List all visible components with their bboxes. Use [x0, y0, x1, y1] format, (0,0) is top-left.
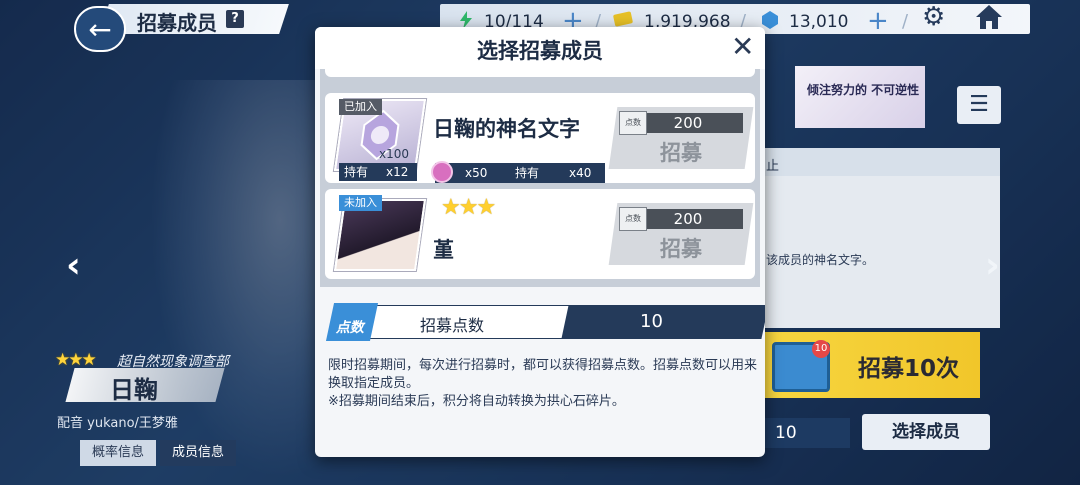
item-name: 堇 — [433, 238, 454, 262]
info-text: 止 — [766, 159, 780, 174]
hold-qty: x12 — [386, 165, 409, 179]
select-member-button[interactable]: 选择成员 — [862, 414, 990, 450]
dialog-title: 选择招募成员 — [477, 39, 603, 63]
page-title: 招募成员 — [137, 11, 217, 35]
recruit-10-label: 招募10次 — [858, 356, 960, 382]
info-header — [765, 148, 1000, 176]
status-badge: 已加入 — [339, 99, 382, 115]
arrow-left-icon: ← — [88, 12, 112, 46]
points-label: 招募点数 — [420, 316, 485, 335]
menu-icon[interactable]: ☰ — [957, 86, 1001, 124]
list-item[interactable]: 未加入 ★★★ 堇 200 点数 招募 — [325, 189, 755, 279]
status-badge: 未加入 — [339, 195, 382, 211]
gem-qty: x50 — [465, 166, 488, 180]
gem-hold-qty: x40 — [569, 166, 592, 180]
recruit-label: 招募 — [660, 141, 702, 165]
member-info-button[interactable]: 成员信息 — [160, 440, 237, 466]
list-item[interactable]: 已加入 x100 持有 x12 日鞠的神名文字 x50 持有 x40 200 点… — [325, 93, 755, 183]
character-name: 日鞠 — [110, 376, 158, 404]
recruit-label: 招募 — [660, 237, 702, 261]
item-count: x100 — [379, 147, 410, 161]
hold-bar: 持有 x12 — [339, 163, 417, 181]
description: 限时招募期间，每次进行招募时，都可以获得招募点数。招募点数可以用来换取指定成员。… — [328, 357, 758, 411]
recruit-points-value: 10 — [765, 418, 850, 448]
home-icon[interactable] — [975, 4, 1003, 30]
rarity-stars: ★★★ — [55, 350, 97, 370]
gear-icon[interactable]: ⚙ — [922, 4, 948, 30]
points-value-plate — [561, 305, 765, 339]
cost-value: 200 — [633, 113, 743, 133]
help-button[interactable]: ? — [226, 10, 244, 28]
hold-label: 持有 — [344, 165, 369, 179]
ticket-count-badge: 10 — [812, 340, 830, 358]
cost-value: 200 — [633, 209, 743, 229]
gem-row: x50 持有 x40 — [431, 161, 605, 183]
voice-actor: 配音 yukano/王梦雅 — [57, 416, 178, 431]
gem-icon — [431, 161, 453, 183]
banner-thumbnails[interactable]: 倾注努力的 不可逆性 — [765, 66, 931, 128]
points-value: 10 — [640, 311, 663, 332]
points-icon: 点数 — [325, 303, 379, 341]
back-button[interactable]: ← — [74, 6, 126, 52]
add-gem-button[interactable]: + — [867, 6, 889, 36]
info-text: 该成员的神名文字。 — [766, 253, 875, 267]
gem-hold-label: 持有 — [515, 166, 540, 180]
divider: / — [902, 11, 909, 32]
probability-info-button[interactable]: 概率信息 — [80, 440, 157, 466]
recruit-points-bar: 点数 招募点数 10 — [325, 303, 765, 341]
list-item[interactable] — [325, 63, 755, 77]
rarity-stars: ★★★ — [441, 195, 496, 220]
member-list[interactable]: 已加入 x100 持有 x12 日鞠的神名文字 x50 持有 x40 200 点… — [320, 63, 760, 287]
description-note: ※招募期间结束后，积分将自动转换为拱心石碎片。 — [328, 394, 625, 409]
banner-image[interactable] — [795, 66, 925, 128]
gem-value: 13,010 — [789, 12, 849, 32]
description-line: 限时招募期间，每次进行招募时，都可以获得招募点数。招募点数可以用来换取指定成员。 — [328, 358, 758, 391]
chevron-left-icon[interactable]: ‹ — [66, 245, 81, 286]
points-icon: 点数 — [619, 111, 647, 135]
close-icon[interactable]: ✕ — [731, 32, 754, 62]
info-panel — [765, 148, 1000, 328]
item-name: 日鞠的神名文字 — [433, 117, 580, 141]
select-member-dialog: 选择招募成员 ✕ 已加入 x100 持有 x12 日鞠的神名文字 x50 持有 … — [315, 27, 765, 457]
banner-title: 倾注努力的 不可逆性 — [807, 83, 920, 97]
points-icon: 点数 — [619, 207, 647, 231]
